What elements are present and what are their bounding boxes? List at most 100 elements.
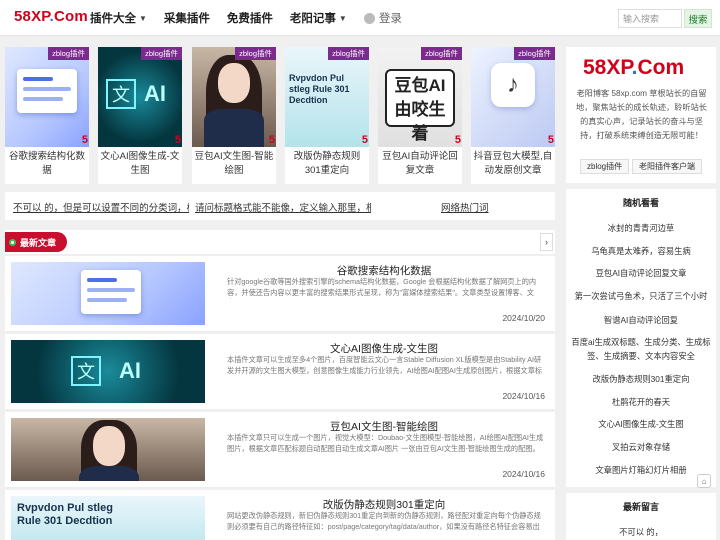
wen-glyph: 文 (71, 356, 101, 386)
rule-illustration-text: Rvpvdon Pul stleg Rule 301 Decdtion (289, 73, 350, 105)
article-date: 2024/10/16 (502, 391, 545, 401)
doubao-illustration-text: 豆包AI 由咬生着 (385, 69, 455, 143)
logo-text-b: Com (53, 8, 88, 25)
main-nav: 插件大全 ▼ 采集插件 免费插件 老阳记事 ▼ 登录 (90, 0, 402, 36)
latest-articles-header: 最新文章 › (5, 230, 555, 255)
sidebar-comments: 最新留言 不可以 的， (566, 493, 716, 540)
ai-glyph: AI (144, 81, 166, 106)
article-summary: 本插件文章可以生成至多4个图片，百度智能云文心一言Stable Diffusio… (227, 355, 543, 377)
card-thumbnail[interactable]: ♪ zblog插件 5 (471, 47, 555, 147)
article-summary: 网站更改伪静态规则，新旧伪静态规则301重定向到新的伪静态规则，路径配对重定向每… (227, 511, 541, 533)
random-item[interactable]: 智谱AI自动评论回复 (570, 314, 712, 328)
featured-card[interactable]: Rvpvdon Pul stleg Rule 301 Decdtion zblo… (285, 47, 369, 184)
card-thumbnail[interactable]: Rvpvdon Pul stleg Rule 301 Decdtion zblo… (285, 47, 369, 147)
card-title[interactable]: 抖音豆包大模型,自动发原创文章 (473, 150, 553, 178)
site-header: 58XP.Com 插件大全▼ 采集插件 免费插件 老阳记事▼ 登录 搜索 (0, 0, 720, 36)
article-thumbnail[interactable] (11, 418, 205, 481)
sidebar-logo[interactable]: 58XP.Com (583, 56, 684, 80)
random-item[interactable]: 冰封的青青河边草 (570, 222, 712, 236)
category-badge[interactable]: zblog插件 (421, 47, 462, 60)
card-thumbnail[interactable]: 文 AI zblog插件 5 (98, 47, 182, 147)
random-title: 随机看看 (622, 198, 659, 208)
article-item[interactable]: 谷歌搜索结构化数据 针对google谷歌等国外搜索引擎的schema结构化数据，… (5, 256, 555, 332)
random-item[interactable]: 第一次尝试弓鱼术，只活了三个小时 (570, 290, 712, 304)
card-title[interactable]: 豆包AI文生图-智能绘图 (194, 150, 274, 178)
login-label: 登录 (378, 13, 402, 25)
chevron-right-icon[interactable]: › (540, 233, 553, 251)
random-item[interactable]: 改版伪静态规则301重定向 (570, 373, 712, 387)
chevron-down-icon: ▼ (338, 13, 347, 23)
featured-card[interactable]: 文 AI zblog插件 5 文心AI图像生成-文生图 (98, 47, 182, 184)
category-badge[interactable]: zblog插件 (328, 47, 369, 60)
featured-card[interactable]: ♪ zblog插件 5 抖音豆包大模型,自动发原创文章 (471, 47, 555, 184)
ticker-link[interactable]: 网络热门词 (441, 200, 511, 214)
random-item[interactable]: 文心AI图像生成-文生图 (570, 418, 712, 432)
random-item[interactable]: 百度ai生成双标题、生成分类、生成标签、生成摘要、文本内容安全 (570, 336, 712, 363)
nav-label: 插件大全 (90, 13, 136, 25)
category-badge[interactable]: zblog插件 (48, 47, 89, 60)
comment-item[interactable]: 不可以 的， (570, 526, 712, 540)
random-item[interactable]: 叉拍云对象存储 (570, 441, 712, 455)
category-badge[interactable]: zblog插件 (235, 47, 276, 60)
nav-notes[interactable]: 老阳记事 ▼ (290, 10, 347, 26)
featured-card[interactable]: 豆包AI 由咬生着 zblog插件 5 豆包AI自动评论回复文章 (378, 47, 462, 184)
version-mark: 5 (268, 134, 275, 146)
article-item[interactable]: 豆包AI文生图-智能绘图 本插件文章只可以生成一个图片，视觉大模型：Doubao… (5, 412, 555, 488)
latest-articles-label: 最新文章 (5, 232, 67, 252)
search-button[interactable]: 搜索 (684, 9, 712, 28)
article-thumbnail[interactable]: 文 AI (11, 340, 205, 403)
article-item[interactable]: Rvpvdon Pul stleg Rule 301 Decdtion 改版伪静… (5, 490, 555, 540)
sidebar-tag-zblog[interactable]: zblog插件 (580, 159, 630, 174)
nav-free-plugins[interactable]: 免费插件 (227, 10, 273, 26)
ai-glyph: AI (119, 358, 141, 383)
nav-collect-plugins[interactable]: 采集插件 (164, 10, 210, 26)
rule-illustration-text: Rvpvdon Pul stleg Rule 301 Decdtion (17, 502, 113, 527)
featured-card[interactable]: zblog插件 5 谷歌搜索结构化数据 (5, 47, 89, 184)
login-link[interactable]: 登录 (363, 10, 402, 26)
article-thumbnail[interactable] (11, 262, 205, 325)
version-mark: 5 (174, 134, 181, 146)
article-summary: 本插件文章只可以生成一个图片，视觉大模型：Doubao-文生图模型-智能绘图，A… (227, 433, 544, 455)
article-title[interactable]: 改版伪静态规则301重定向 (219, 497, 549, 512)
site-logo[interactable]: 58XP.Com (14, 8, 88, 25)
card-thumbnail[interactable]: 豆包AI 由咬生着 zblog插件 5 (378, 47, 462, 147)
article-summary: 针对google谷歌等国外搜索引擎的schema结构化数据，Google 会根据… (227, 277, 537, 299)
card-title[interactable]: 谷歌搜索结构化数据 (7, 150, 87, 178)
card-thumbnail[interactable]: zblog插件 5 (5, 47, 89, 147)
card-thumbnail[interactable]: zblog插件 5 (192, 47, 276, 147)
article-item[interactable]: 文 AI 文心AI图像生成-文生图 本插件文章可以生成至多4个图片，百度智能云文… (5, 334, 555, 410)
user-icon (363, 12, 375, 24)
search-input[interactable] (618, 9, 682, 28)
label-text: 最新文章 (20, 237, 57, 248)
article-title[interactable]: 谷歌搜索结构化数据 (219, 263, 549, 278)
sidebar-tag-client[interactable]: 老阳插件客户端 (632, 159, 702, 174)
sidebar-about: 58XP.Com 老阳博客 58xp.com 草根站长的自留地，聚焦站长的成长轨… (566, 47, 716, 183)
ticker-link[interactable]: 请问标题格式能不能像，定义输入那里，根据... (195, 200, 371, 214)
article-title[interactable]: 豆包AI文生图-智能绘图 (219, 419, 549, 434)
random-item[interactable]: 豆包AI自动评论回复文章 (570, 267, 712, 281)
nav-plugins[interactable]: 插件大全 ▼ (90, 10, 147, 26)
category-badge[interactable]: zblog插件 (141, 47, 182, 60)
card-title[interactable]: 豆包AI自动评论回复文章 (380, 150, 460, 178)
category-badge[interactable]: zblog插件 (514, 47, 555, 60)
featured-card[interactable]: zblog插件 5 豆包AI文生图-智能绘图 (192, 47, 276, 184)
back-to-top-icon[interactable]: ⌂ (697, 474, 711, 488)
version-mark: 5 (547, 134, 554, 146)
card-title[interactable]: 改版伪静态规则301重定向 (287, 150, 367, 178)
card-title[interactable]: 文心AI图像生成-文生图 (100, 150, 180, 178)
logo-text-a: 58XP (14, 8, 50, 25)
portrait-face (218, 63, 250, 103)
portrait-suit (204, 109, 264, 147)
ticker-link[interactable]: 不可以 的，但是可以设置不同的分类词，标题... (13, 200, 189, 214)
sidebar-random: 随机看看 冰封的青青河边草 乌龟真是太难养，容易生病 豆包AI自动评论回复文章 … (566, 189, 716, 487)
random-item[interactable]: 杜鹃花开的春天 (570, 396, 712, 410)
portrait-suit (79, 466, 139, 481)
site-description: 老阳博客 58xp.com 草根站长的自留地，聚焦站长的成长轨迹，聆听站长的真实… (575, 89, 707, 140)
random-item[interactable]: 文章图片灯箱幻灯片相册 (570, 464, 712, 478)
portrait-face (93, 426, 125, 466)
random-item[interactable]: 乌龟真是太难养，容易生病 (570, 245, 712, 259)
comment-ticker: 不可以 的，但是可以设置不同的分类词，标题... 请问标题格式能不能像，定义输入… (5, 192, 555, 220)
article-date: 2024/10/20 (502, 313, 545, 323)
article-thumbnail[interactable]: Rvpvdon Pul stleg Rule 301 Decdtion (11, 496, 205, 540)
article-title[interactable]: 文心AI图像生成-文生图 (219, 341, 549, 356)
